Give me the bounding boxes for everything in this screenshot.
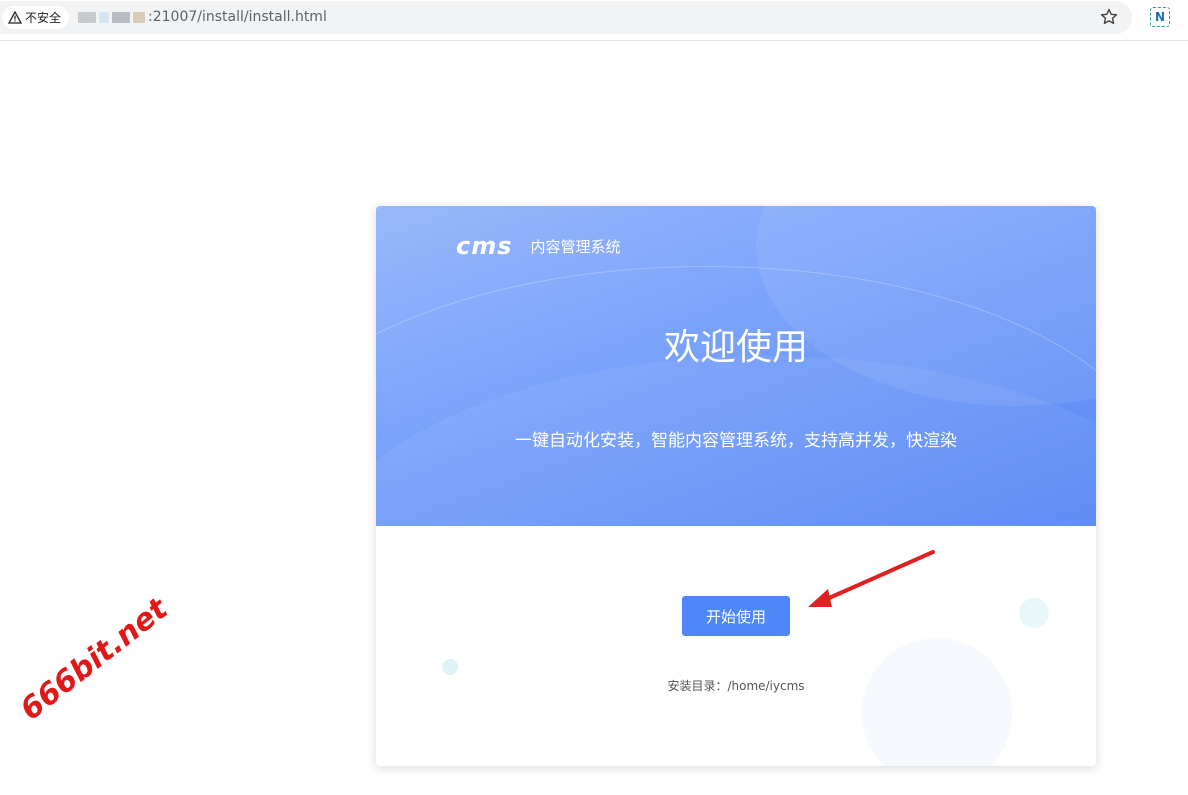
cms-logo: cms xyxy=(456,232,513,260)
watermark: 666bit.net xyxy=(14,591,175,728)
redacted-host xyxy=(78,11,96,23)
install-directory: 安装目录：/home/iycms xyxy=(667,679,805,693)
redacted-host xyxy=(99,11,109,23)
warning-icon xyxy=(8,11,22,24)
hero-banner: cms 内容管理系统 欢迎使用 一键自动化安装，智能内容管理系统，支持高并发，快… xyxy=(376,206,1096,526)
url-text[interactable]: :21007/install/install.html xyxy=(78,9,327,25)
system-name: 内容管理系统 xyxy=(530,237,621,256)
browser-toolbar: 不安全 :21007/install/install.html N xyxy=(0,0,1188,41)
redacted-host xyxy=(133,11,145,23)
redacted-host xyxy=(112,11,130,23)
welcome-title: 欢迎使用 xyxy=(663,327,808,368)
bookmark-star-icon[interactable] xyxy=(1099,7,1119,27)
extension-icon[interactable]: N xyxy=(1150,7,1170,27)
decor-circle xyxy=(442,659,458,675)
security-chip[interactable]: 不安全 xyxy=(2,6,70,29)
url-path: :21007/install/install.html xyxy=(148,9,327,25)
decor-circle xyxy=(862,638,1012,766)
install-card: cms 内容管理系统 欢迎使用 一键自动化安装，智能内容管理系统，支持高并发，快… xyxy=(376,206,1096,766)
security-label: 不安全 xyxy=(25,11,62,25)
decor-circle xyxy=(1019,598,1049,628)
address-bar[interactable]: 不安全 :21007/install/install.html xyxy=(0,1,1132,34)
logo: cms 内容管理系统 xyxy=(456,232,621,260)
annotation-arrow-icon xyxy=(808,550,935,607)
start-button[interactable]: 开始使用 xyxy=(682,596,790,636)
welcome-subtitle: 一键自动化安装，智能内容管理系统，支持高并发，快渲染 xyxy=(515,431,957,451)
